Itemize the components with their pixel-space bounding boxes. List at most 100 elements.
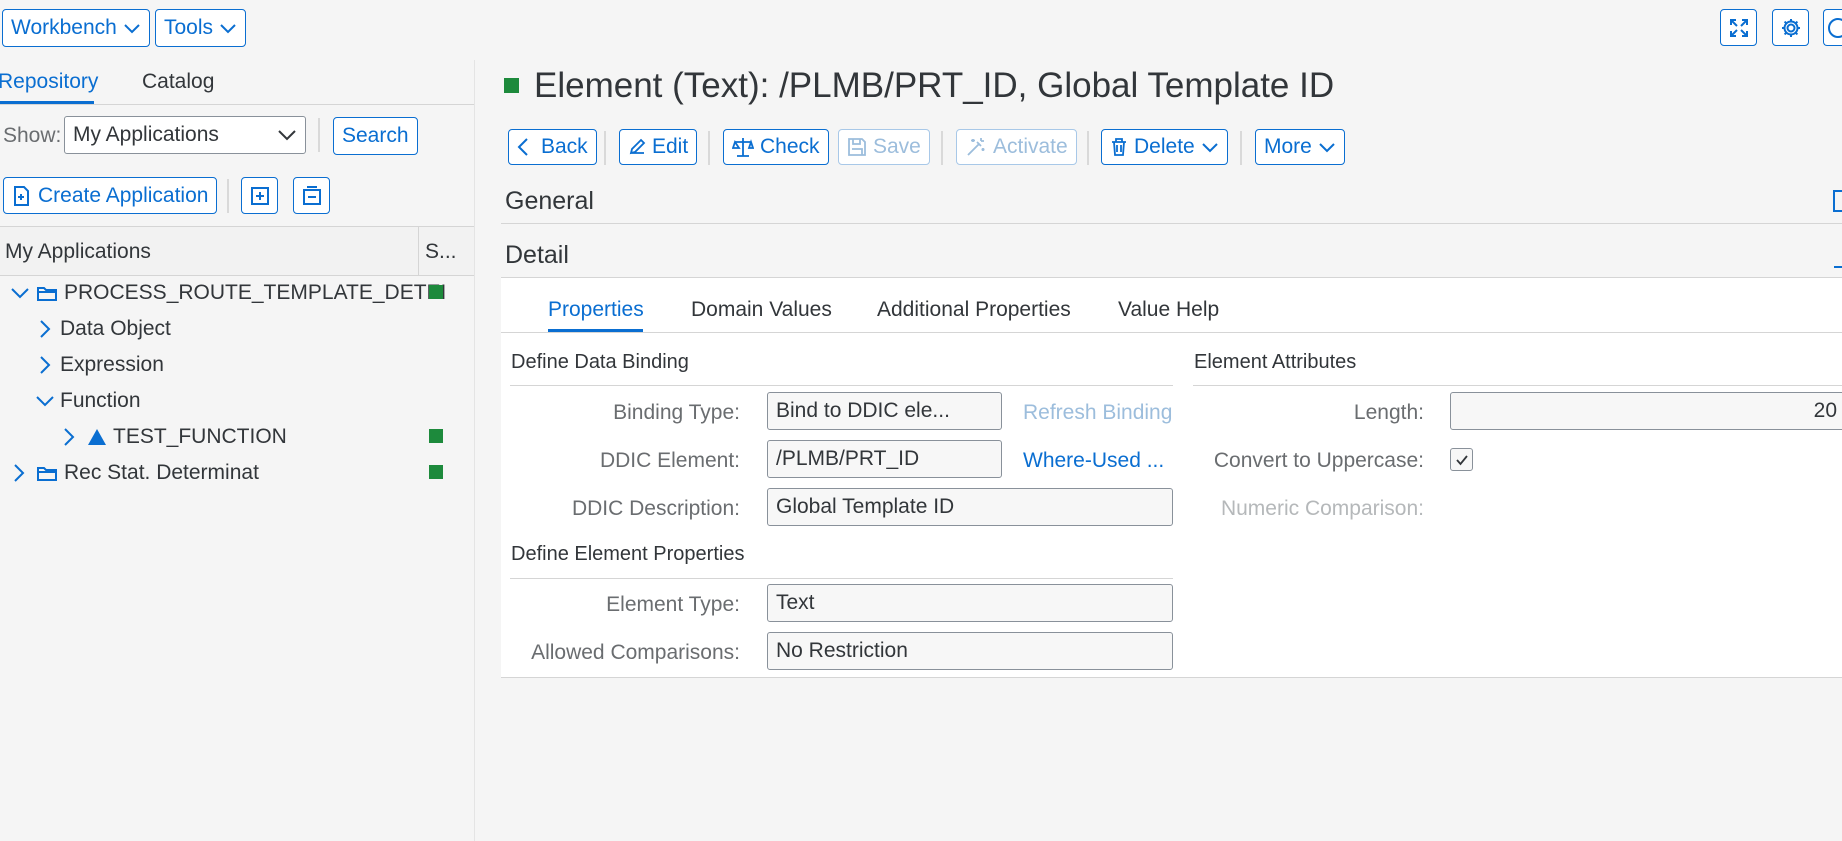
- tab-catalog[interactable]: Catalog: [142, 70, 214, 94]
- tab-additional-properties[interactable]: Additional Properties: [877, 298, 1071, 322]
- tree-item-label: Expression: [60, 353, 164, 376]
- numeric-comparison-label: Numeric Comparison:: [1220, 497, 1424, 520]
- show-select-value: My Applications: [73, 123, 219, 146]
- create-document-icon: [12, 185, 32, 207]
- magic-wand-icon: [965, 136, 987, 158]
- status-green-icon: [429, 429, 443, 443]
- left-tabs-divider: [0, 104, 474, 105]
- tree-item-expression[interactable]: Expression: [38, 353, 164, 377]
- length-value: 20: [1813, 399, 1837, 422]
- chevron-down-icon: [277, 129, 297, 141]
- binding-type-field[interactable]: Bind to DDIC ele...: [767, 392, 1002, 430]
- help-button[interactable]: [1823, 9, 1842, 46]
- tree-header-status: S...: [425, 240, 457, 263]
- tree-item-process-route[interactable]: PROCESS_ROUTE_TEMPLATE_DETEI: [10, 281, 446, 305]
- chevron-right-icon[interactable]: [38, 355, 52, 375]
- tree-item-function[interactable]: Function: [35, 389, 141, 413]
- data-binding-divider: [510, 385, 1173, 386]
- element-type-field[interactable]: Text: [767, 584, 1173, 622]
- chevron-right-icon[interactable]: [62, 427, 76, 447]
- back-label: Back: [541, 135, 588, 158]
- tab-value-help[interactable]: Value Help: [1118, 298, 1219, 322]
- element-type-label: Element Type:: [606, 593, 740, 616]
- folder-icon: [36, 464, 58, 482]
- tree-item-label: Data Object: [60, 317, 171, 340]
- expand-all-button[interactable]: [241, 177, 278, 214]
- edit-button[interactable]: Edit: [619, 129, 698, 165]
- search-button-label: Search: [342, 124, 409, 147]
- where-used-link[interactable]: Where-Used ...: [1023, 449, 1164, 473]
- chevron-down-icon: [219, 22, 237, 34]
- delete-label: Delete: [1134, 135, 1195, 158]
- section-detail-title[interactable]: Detail: [505, 241, 569, 270]
- activate-button[interactable]: Activate: [956, 129, 1077, 165]
- more-button[interactable]: More: [1255, 129, 1345, 165]
- collapse-all-button[interactable]: [293, 177, 330, 214]
- toolbar-separator: [708, 131, 710, 165]
- create-application-button[interactable]: Create Application: [3, 177, 218, 214]
- toolbar-separator: [941, 131, 943, 165]
- workbench-label: Workbench: [11, 16, 117, 39]
- settings-button[interactable]: [1772, 9, 1809, 46]
- function-triangle-icon: [86, 427, 108, 447]
- ddic-element-field[interactable]: /PLMB/PRT_ID: [767, 440, 1002, 478]
- back-button[interactable]: Back: [508, 129, 597, 165]
- balance-scale-icon: [732, 136, 754, 158]
- search-button[interactable]: Search: [333, 117, 418, 155]
- chevron-right-icon[interactable]: [12, 463, 26, 483]
- chevron-left-icon: [517, 137, 529, 157]
- chevron-down-icon[interactable]: [10, 286, 30, 300]
- expand-all-icon: [249, 185, 271, 207]
- refresh-binding-link[interactable]: Refresh Binding: [1023, 401, 1172, 425]
- show-label: Show:: [3, 124, 62, 147]
- tree-item-label: PROCESS_ROUTE_TEMPLATE_DETEI: [64, 281, 447, 304]
- toolbar-separator: [318, 118, 320, 152]
- convert-uppercase-checkbox[interactable]: [1450, 448, 1473, 471]
- tab-domain-values[interactable]: Domain Values: [691, 298, 832, 322]
- chevron-down-icon: [1318, 141, 1336, 153]
- toolbar-separator: [604, 131, 606, 165]
- fullscreen-icon: [1728, 17, 1750, 39]
- workbench-menu-button[interactable]: Workbench: [2, 9, 150, 47]
- length-field[interactable]: 20: [1450, 392, 1842, 430]
- tab-properties[interactable]: Properties: [548, 298, 644, 322]
- page-title: Element (Text): /PLMB/PRT_ID, Global Tem…: [534, 66, 1335, 105]
- delete-button[interactable]: Delete: [1101, 129, 1228, 165]
- tab-repository[interactable]: Repository: [0, 70, 98, 94]
- show-select[interactable]: My Applications: [64, 116, 306, 154]
- allowed-comparisons-label: Allowed Comparisons:: [531, 641, 740, 664]
- tree-item-label: Rec Stat. Determinat: [64, 461, 259, 484]
- gear-icon: [1780, 17, 1802, 39]
- element-attributes-divider: [1193, 385, 1842, 386]
- chevron-right-icon[interactable]: [38, 319, 52, 339]
- more-label: More: [1264, 135, 1312, 158]
- collapse-all-icon: [301, 185, 323, 207]
- chevron-down-icon[interactable]: [35, 394, 55, 408]
- tree-header-title: My Applications: [5, 240, 151, 263]
- chevron-down-icon: [1201, 141, 1219, 153]
- general-expand-icon[interactable]: [1833, 190, 1842, 212]
- status-green-icon: [429, 285, 443, 299]
- fullscreen-button[interactable]: [1720, 9, 1757, 46]
- tree-header-divider: [418, 227, 419, 275]
- tree-item-label: Function: [60, 389, 141, 412]
- element-properties-divider: [510, 578, 1173, 579]
- ddic-description-label: DDIC Description:: [571, 497, 740, 520]
- edit-label: Edit: [652, 135, 689, 158]
- allowed-comparisons-field[interactable]: No Restriction: [767, 632, 1173, 670]
- ddic-description-field[interactable]: Global Template ID: [767, 488, 1173, 526]
- convert-uppercase-label: Convert to Uppercase:: [1213, 449, 1424, 472]
- tree-item-test-function[interactable]: TEST_FUNCTION: [62, 425, 287, 449]
- tools-menu-button[interactable]: Tools: [155, 9, 247, 47]
- data-binding-heading: Define Data Binding: [511, 351, 689, 373]
- general-divider: [501, 223, 1842, 224]
- trash-icon: [1110, 137, 1128, 157]
- detail-collapse-icon[interactable]: [1834, 266, 1842, 268]
- save-button[interactable]: Save: [838, 129, 930, 165]
- section-general-title[interactable]: General: [505, 187, 594, 216]
- tree-item-data-object[interactable]: Data Object: [38, 317, 171, 341]
- tabs-divider: [501, 332, 1842, 333]
- tree-item-rec-stat[interactable]: Rec Stat. Determinat: [12, 461, 259, 485]
- toolbar-separator: [1087, 131, 1089, 165]
- check-button[interactable]: Check: [723, 129, 829, 165]
